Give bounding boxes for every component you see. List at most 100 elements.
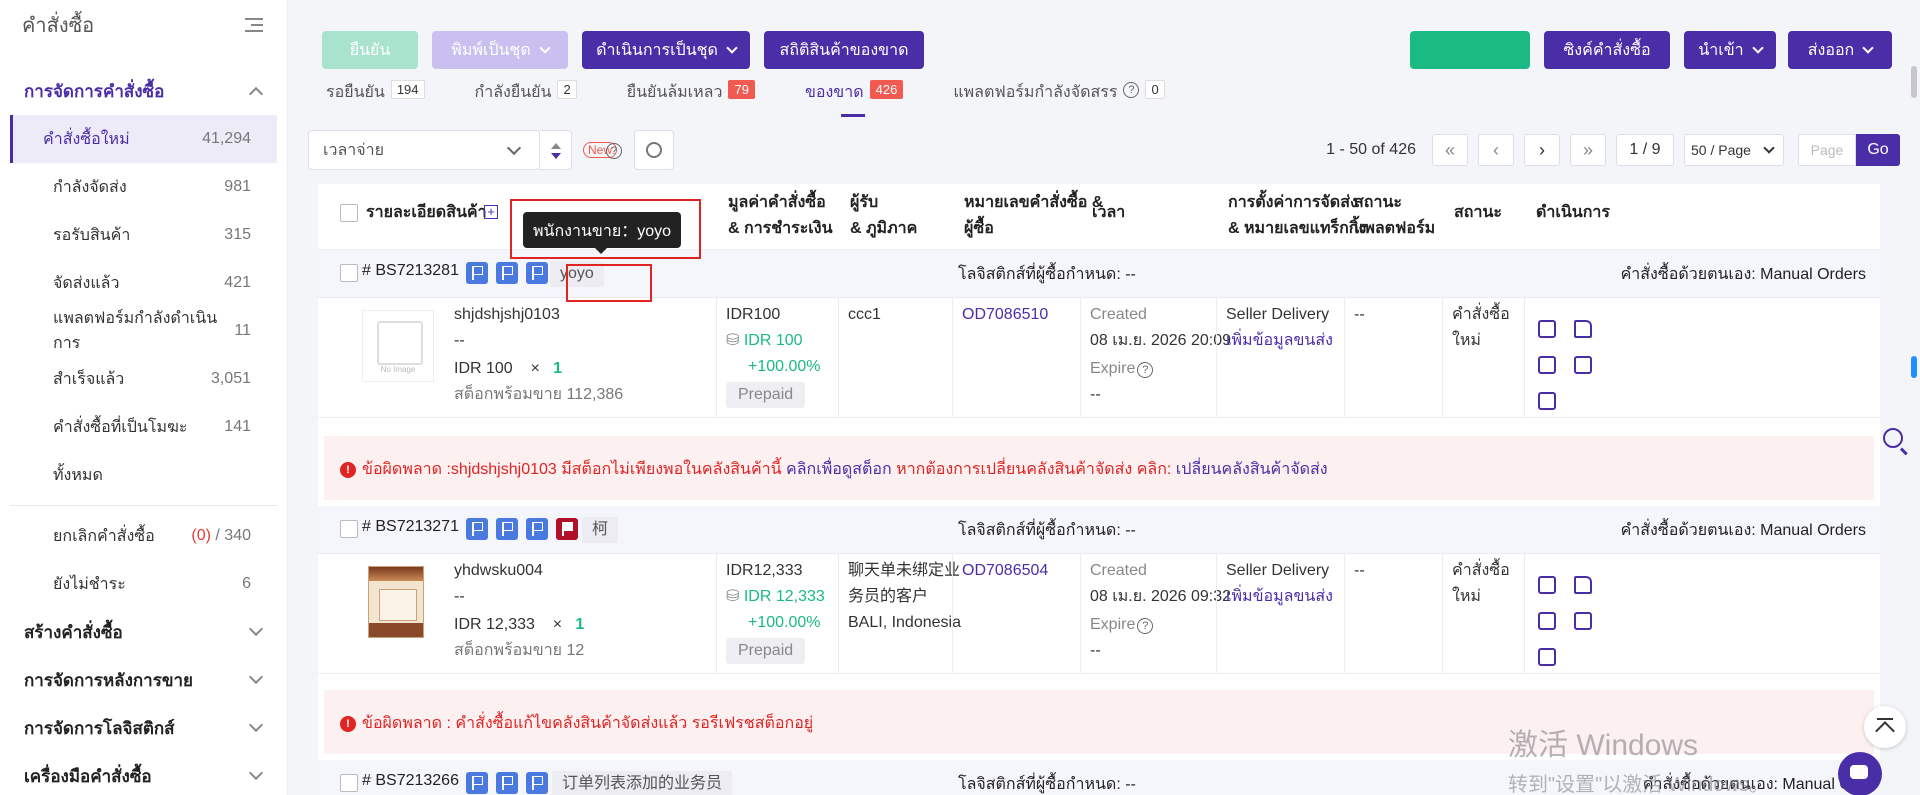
double-chevron-left-icon: «	[1444, 139, 1455, 160]
scrollbar[interactable]	[1908, 0, 1920, 795]
order-checkbox[interactable]	[340, 774, 358, 792]
flag-icon[interactable]	[466, 518, 488, 540]
tab-out-of-stock[interactable]: ของขาด 426	[804, 80, 904, 117]
star-icon[interactable]	[1538, 612, 1556, 630]
product-variant: --	[454, 332, 465, 349]
batch-operations-button[interactable]: ดำเนินการเป็นชุด	[582, 31, 750, 69]
sidebar-item-unpaid[interactable]: ยังไม่ชำระ 6	[10, 560, 277, 608]
flag-icon[interactable]	[496, 772, 518, 794]
order-checkbox[interactable]	[340, 264, 358, 282]
page-jump-input[interactable]: Page	[1798, 134, 1856, 166]
print-batch-button[interactable]: พิมพ์เป็นชุด	[432, 31, 568, 69]
sidebar-item-awaiting-pickup[interactable]: รอรับสินค้า 315	[10, 211, 277, 259]
sidebar-item-count: 41,294	[202, 130, 251, 147]
product-thumbnail[interactable]: No Image	[362, 310, 434, 382]
settings-button[interactable]	[634, 130, 674, 170]
go-button[interactable]: Go	[1856, 134, 1900, 166]
next-page-button[interactable]: ›	[1524, 134, 1560, 166]
search-icon[interactable]	[1883, 428, 1903, 448]
edit-icon[interactable]	[1538, 648, 1556, 666]
sidebar-item-shipping[interactable]: กำลังจัดส่ง 981	[10, 163, 277, 211]
order-number-link[interactable]: OD7086504	[962, 558, 1048, 584]
sidebar-group-order-management[interactable]: การจัดการคำสั่งซื้อ	[0, 67, 287, 115]
import-button[interactable]: นำเข้า	[1684, 31, 1776, 69]
help-icon[interactable]: ?	[606, 143, 622, 159]
tab-pending-confirm[interactable]: รอยืนยัน 194	[326, 80, 425, 116]
chevron-down-icon	[248, 765, 264, 781]
help-icon[interactable]: ?	[1137, 362, 1154, 378]
out-of-stock-stats-button[interactable]: สถิติสินค้าของขาด	[764, 31, 924, 69]
time-type-select[interactable]: เวลาจ่าย	[308, 130, 540, 170]
order-checkbox[interactable]	[340, 520, 358, 538]
refresh-stock-button[interactable]: รีเฟรชสต็อก	[1410, 31, 1530, 69]
last-page-button[interactable]: »	[1570, 134, 1606, 166]
export-button[interactable]: ส่งออก	[1788, 31, 1892, 69]
sidebar-item-completed[interactable]: สำเร็จแล้ว 3,051	[10, 355, 277, 403]
shipping-method: Seller Delivery	[1226, 562, 1330, 579]
sort-toggle[interactable]	[540, 130, 572, 170]
payment-badge: Prepaid	[726, 638, 806, 664]
edit-list-icon[interactable]	[1574, 612, 1592, 630]
sidebar-group-order-tools[interactable]: เครื่องมือคำสั่งซื้อ	[0, 752, 287, 795]
salesperson-tag[interactable]: 订单列表添加的业务员	[552, 771, 733, 795]
select-value: 50 / Page	[1691, 142, 1751, 158]
flag-icon[interactable]	[496, 262, 518, 284]
created-label: Created	[1090, 306, 1147, 323]
page-size-select[interactable]: 50 / Page	[1684, 134, 1784, 166]
product-info: shjdshjshj0103 -- IDR 100 × 1 สต็อกพร้อม…	[454, 302, 623, 408]
tab-label: ของขาด	[804, 84, 864, 101]
chat-icon[interactable]	[1838, 752, 1882, 795]
edit-icon[interactable]	[1538, 392, 1556, 410]
sidebar-group-after-sales[interactable]: การจัดการหลังการขาย	[0, 656, 287, 704]
sidebar-item-cancelled[interactable]: ยกเลิกคำสั่งซื้อ (0) / 340	[10, 512, 277, 560]
help-icon[interactable]: ?	[1123, 82, 1140, 98]
salesperson-tag[interactable]: 柯	[582, 517, 619, 543]
view-stock-link[interactable]: คลิกเพื่อดูสต็อก	[786, 461, 892, 478]
platform-status: --	[1354, 306, 1365, 323]
sidebar-item-void[interactable]: คำสั่งซื้อที่เป็นโมฆะ 141	[10, 403, 277, 451]
edit-list-icon[interactable]	[1574, 356, 1592, 374]
flag-icon[interactable]	[496, 518, 518, 540]
change-warehouse-link[interactable]: เปลี่ยนคลังสินค้าจัดส่ง	[1176, 461, 1328, 478]
flag-icon[interactable]	[526, 772, 548, 794]
product-thumbnail[interactable]	[368, 566, 424, 638]
prev-page-button[interactable]: ‹	[1478, 134, 1514, 166]
tab-confirm-failed[interactable]: ยืนยันล้มเหลว 79	[627, 80, 755, 116]
move-icon[interactable]	[1538, 576, 1556, 594]
tab-count: 0	[1145, 80, 1165, 99]
flag-icon[interactable]	[526, 518, 548, 540]
help-icon[interactable]: ?	[1137, 618, 1154, 634]
scrollbar-thumb[interactable]	[1911, 66, 1917, 98]
tab-confirming[interactable]: กำลังยืนยัน 2	[475, 80, 577, 116]
sync-orders-button[interactable]: ซิงค์คำสั่งซื้อ	[1544, 31, 1670, 69]
arrow-up-icon	[1875, 721, 1895, 741]
sidebar-item-platform-processing[interactable]: แพลตฟอร์มกำลังดำเนินการ 11	[10, 307, 277, 355]
document-icon[interactable]	[1574, 320, 1592, 338]
button-label: นำเข้า	[1698, 41, 1744, 59]
move-icon[interactable]	[1538, 320, 1556, 338]
flag-icon[interactable]	[466, 772, 488, 794]
select-all-checkbox[interactable]	[340, 204, 358, 222]
back-to-top-button[interactable]	[1864, 706, 1906, 748]
sidebar-group-create-order[interactable]: สร้างคำสั่งซื้อ	[0, 608, 287, 656]
order-number-link[interactable]: OD7086510	[962, 302, 1048, 328]
sidebar-item-new-orders[interactable]: คำสั่งซื้อใหม่ 41,294	[10, 115, 277, 163]
expand-plus-icon[interactable]: +	[484, 205, 498, 219]
star-icon[interactable]	[1538, 356, 1556, 374]
column-status: สถานะ	[1454, 204, 1502, 221]
collapse-menu-icon[interactable]	[245, 18, 263, 32]
add-shipping-info-link[interactable]: เพิ่มข้อมูลขนส่ง	[1226, 328, 1333, 354]
tab-platform-allocating[interactable]: แพลตฟอร์มกำลังจัดสรร? 0	[953, 80, 1165, 116]
add-shipping-info-link[interactable]: เพิ่มข้อมูลขนส่ง	[1226, 584, 1333, 610]
sidebar-group-logistics[interactable]: การจัดการโลจิสติกส์	[0, 704, 287, 752]
coins-icon: ⛁	[726, 332, 740, 349]
flag-icon[interactable]	[466, 262, 488, 284]
sidebar-item-all[interactable]: ทั้งหมด	[10, 451, 277, 499]
sidebar-item-label: แพลตฟอร์มกำลังดำเนินการ	[53, 310, 218, 352]
red-flag-icon[interactable]	[556, 518, 578, 540]
sidebar-item-shipped[interactable]: จัดส่งแล้ว 421	[10, 259, 277, 307]
first-page-button[interactable]: «	[1432, 134, 1468, 166]
document-icon[interactable]	[1574, 576, 1592, 594]
flag-icon[interactable]	[526, 262, 548, 284]
confirm-button[interactable]: ยืนยัน	[322, 31, 418, 69]
